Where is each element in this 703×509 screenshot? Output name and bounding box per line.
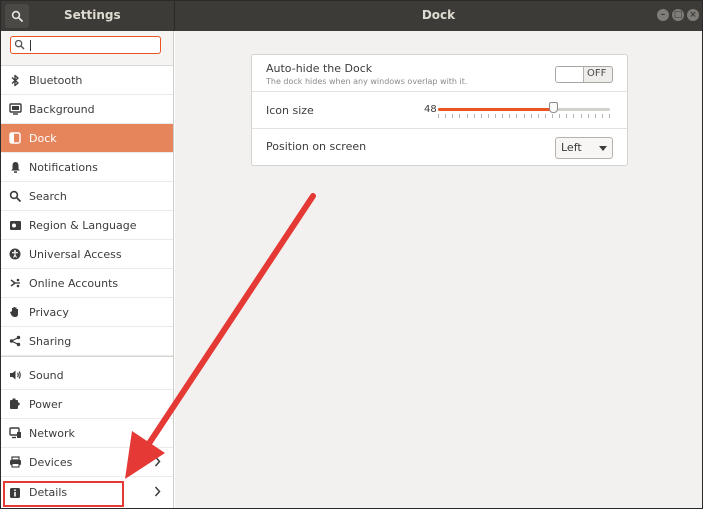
sidebar-item-label: Online Accounts xyxy=(29,276,119,290)
sidebar-item-label: Background xyxy=(29,102,95,116)
sidebar-item-label: Devices xyxy=(29,455,73,469)
sidebar-item-sharing[interactable]: Sharing xyxy=(1,327,173,356)
sidebar-item-notifications[interactable]: Notifications xyxy=(1,153,173,182)
page-title: Dock xyxy=(421,8,456,22)
close-button[interactable]: × xyxy=(687,9,699,21)
settings-window: Settings Dock – □ × Bluetooth Background… xyxy=(0,0,703,509)
accessibility-icon xyxy=(8,247,22,261)
sidebar-item-label: Power xyxy=(29,397,63,411)
sidebar-item-label: Notifications xyxy=(29,160,98,174)
icon-size-label: Icon size xyxy=(266,104,314,117)
network-icon xyxy=(8,426,22,440)
position-dropdown[interactable]: Left xyxy=(555,137,613,159)
search-icon xyxy=(11,10,23,22)
minimize-button[interactable]: – xyxy=(657,9,669,21)
dock-options-list: Auto-hide the Dock The dock hides when a… xyxy=(251,54,628,166)
flag-icon xyxy=(8,218,22,232)
icon-size-value: 48 xyxy=(424,104,437,115)
online-accounts-icon xyxy=(8,276,22,290)
sidebar-item-online-accounts[interactable]: Online Accounts xyxy=(1,269,173,298)
sidebar-item-label: Dock xyxy=(29,131,57,145)
sidebar-item-label: Search xyxy=(29,189,67,203)
icon-size-slider[interactable] xyxy=(438,108,610,111)
sidebar-item-dock[interactable]: Dock xyxy=(1,124,173,153)
sidebar-item-label: Universal Access xyxy=(29,247,122,261)
battery-icon xyxy=(8,397,22,411)
sidebar-item-devices[interactable]: Devices xyxy=(1,448,173,477)
search-icon xyxy=(8,189,22,203)
header-bar: Settings Dock – □ × xyxy=(1,1,702,31)
sidebar-item-bluetooth[interactable]: Bluetooth xyxy=(1,66,173,95)
header-search-button[interactable] xyxy=(5,4,29,28)
position-row: Position on screen Left xyxy=(252,129,627,165)
chevron-right-icon xyxy=(154,456,161,467)
toggle-state-label: OFF xyxy=(587,68,607,79)
search-icon xyxy=(14,39,25,50)
sidebar-item-region-language[interactable]: Region & Language xyxy=(1,211,173,240)
sidebar-item-privacy[interactable]: Privacy xyxy=(1,298,173,327)
sidebar-item-label: Bluetooth xyxy=(29,73,83,87)
position-label: Position on screen xyxy=(266,140,367,153)
sidebar-item-background[interactable]: Background xyxy=(1,95,173,124)
autohide-row: Auto-hide the Dock The dock hides when a… xyxy=(252,55,627,92)
sidebar-item-universal-access[interactable]: Universal Access xyxy=(1,240,173,269)
dropdown-arrow-icon xyxy=(599,146,607,151)
sidebar-search-area xyxy=(1,31,173,66)
autohide-description: The dock hides when any windows overlap … xyxy=(266,77,468,86)
maximize-icon: □ xyxy=(673,9,683,20)
sidebar-item-search[interactable]: Search xyxy=(1,182,173,211)
settings-title: Settings xyxy=(64,8,121,22)
search-field[interactable] xyxy=(10,36,161,54)
slider-fill xyxy=(438,108,553,111)
printer-icon xyxy=(8,455,22,469)
dock-settings-panel: Auto-hide the Dock The dock hides when a… xyxy=(175,31,702,508)
sidebar-item-sound[interactable]: Sound xyxy=(1,361,173,390)
chevron-right-icon xyxy=(154,486,161,497)
sidebar: Bluetooth Background Dock Notifications … xyxy=(1,31,174,508)
sidebar-item-label: Sharing xyxy=(29,334,72,348)
hand-icon xyxy=(8,305,22,319)
speaker-icon xyxy=(8,368,22,382)
sidebar-item-label: Privacy xyxy=(29,305,69,319)
toggle-knob xyxy=(556,67,584,82)
sidebar-item-label: Sound xyxy=(29,368,64,382)
bluetooth-icon xyxy=(8,73,22,87)
search-input[interactable] xyxy=(29,37,157,53)
position-selected: Left xyxy=(561,141,582,154)
autohide-toggle[interactable]: OFF xyxy=(555,66,613,83)
slider-ticks xyxy=(438,114,610,118)
slider-thumb[interactable] xyxy=(549,102,558,113)
sidebar-divider xyxy=(1,356,173,357)
display-icon xyxy=(8,102,22,116)
sidebar-item-power[interactable]: Power xyxy=(1,390,173,419)
autohide-label: Auto-hide the Dock xyxy=(266,62,373,75)
sidebar-item-network[interactable]: Network xyxy=(1,419,173,448)
sidebar-item-label: Region & Language xyxy=(29,218,137,232)
details-highlight-box xyxy=(3,481,124,507)
sidebar-item-label: Network xyxy=(29,426,75,440)
minimize-icon: – xyxy=(660,9,666,20)
icon-size-row: Icon size 48 xyxy=(252,92,627,129)
bell-icon xyxy=(8,160,22,174)
maximize-button[interactable]: □ xyxy=(672,9,684,21)
dock-icon xyxy=(8,131,22,145)
close-icon: × xyxy=(689,9,697,20)
share-icon xyxy=(8,334,22,348)
